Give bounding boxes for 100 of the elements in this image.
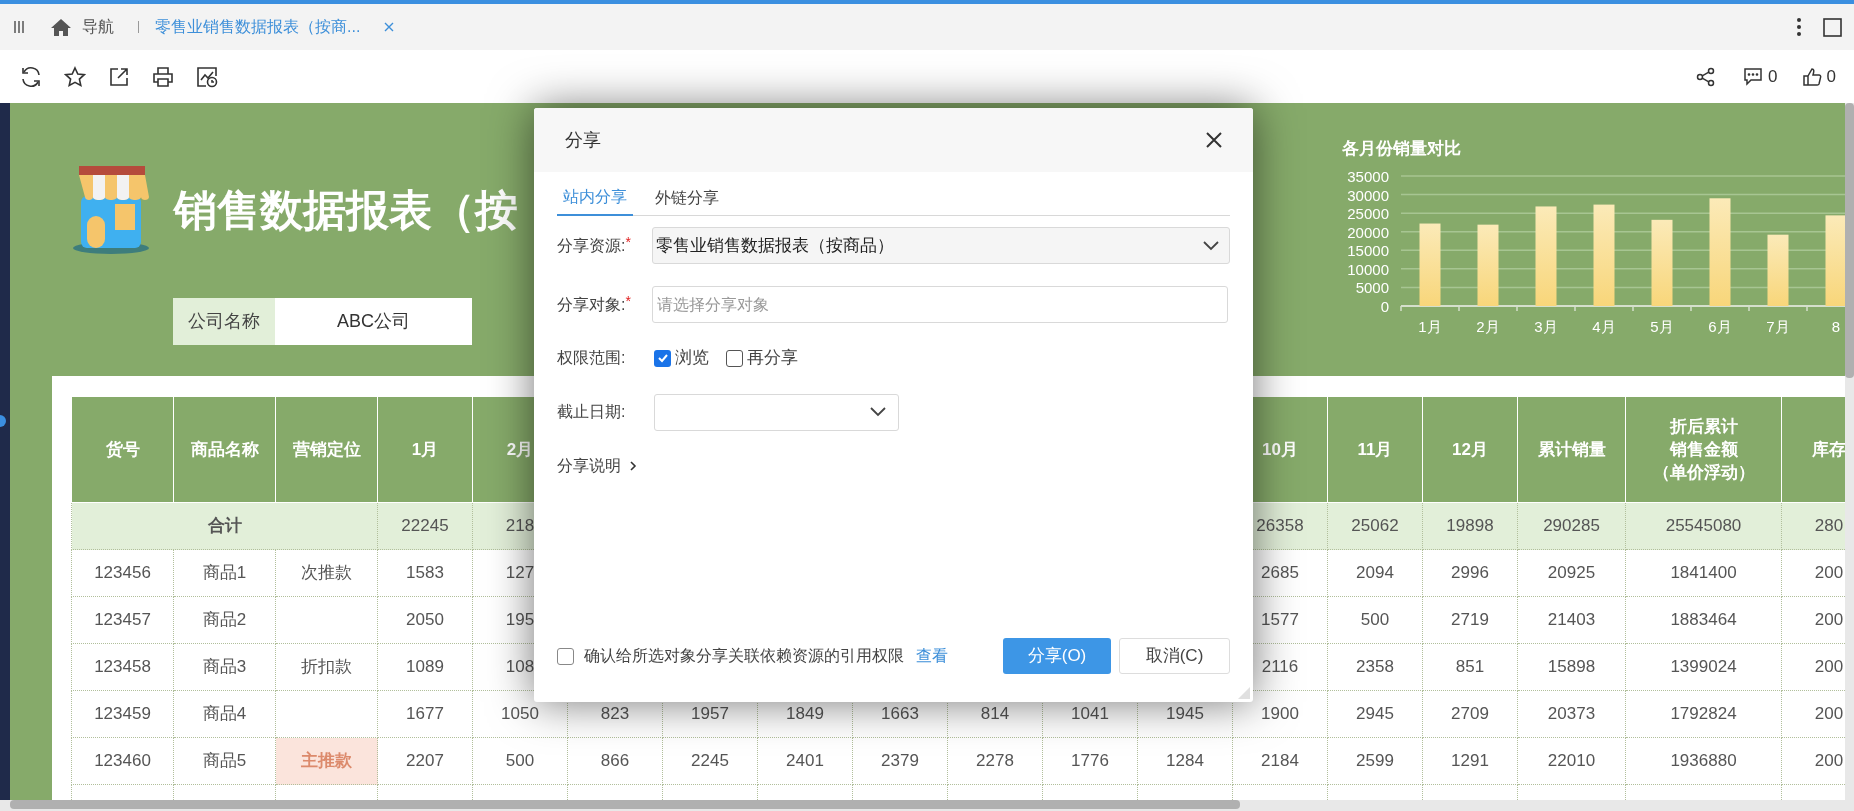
table-cell: 2719	[1422, 596, 1518, 644]
table-cell: 1583	[377, 549, 473, 597]
cancel-button[interactable]: 取消(C)	[1119, 638, 1230, 674]
table-cell: 22245	[377, 502, 473, 550]
field-label: 权限范围:	[557, 348, 626, 368]
table-cell: 19898	[1422, 502, 1518, 550]
table-cell: 1089	[377, 643, 473, 691]
table-cell: 2278	[947, 737, 1043, 785]
table-cell: 123457	[71, 596, 174, 644]
column-header-line: （单价浮动）	[1651, 462, 1756, 484]
table-cell: 主推款	[275, 737, 378, 785]
field-label: 分享资源:	[557, 235, 626, 256]
axis-tick-label: 7月	[1766, 318, 1790, 335]
comment-count: 0	[1768, 65, 1778, 88]
company-name: ABC公司	[336, 310, 411, 333]
table-cell: 123456	[71, 549, 174, 597]
report-title: 销售数据报表（按	[174, 184, 518, 236]
table-cell: 851	[1422, 643, 1518, 691]
column-header: 货号	[71, 396, 174, 503]
table-cell: 1677	[377, 690, 473, 738]
table-cell: 1284	[1137, 737, 1233, 785]
axis-tick-label: 4月	[1592, 318, 1616, 335]
table-cell: 25062	[1327, 502, 1423, 550]
view-link[interactable]: 查看	[916, 644, 948, 668]
table-cell: 2184	[1232, 737, 1328, 785]
axis-tick-label: 30000	[1347, 186, 1389, 204]
table-cell: 商品3	[173, 643, 276, 691]
table-cell: 20373	[1517, 690, 1626, 738]
table-cell: 1936880	[1625, 737, 1782, 785]
nav-link[interactable]: 导航	[82, 15, 114, 39]
table-cell: 2358	[1327, 643, 1423, 691]
tab[interactable]: 外链分享	[649, 180, 725, 215]
table-cell: 123460	[71, 737, 174, 785]
table-cell: 次推款	[275, 549, 378, 597]
column-header: 1月	[377, 396, 473, 503]
table-cell: 2379	[852, 737, 948, 785]
table-cell: 1776	[1042, 737, 1138, 785]
table-cell: 22010	[1517, 737, 1626, 785]
table-cell: 2245	[662, 737, 758, 785]
required-mark: *	[625, 291, 631, 311]
table-cell: 2599	[1327, 737, 1423, 785]
axis-tick-label: 5月	[1650, 318, 1674, 335]
table-cell: 15898	[1517, 643, 1626, 691]
table-cell: 商品5	[173, 737, 276, 785]
chart-title: 各月份销量对比	[1342, 138, 1462, 160]
table-cell: 500	[472, 737, 568, 785]
input-field[interactable]: 请选择分享对象	[652, 286, 1228, 323]
column-header: 库存	[1781, 396, 1845, 503]
table-cell: 2094	[1327, 549, 1423, 597]
table-cell: 123458	[71, 643, 174, 691]
checkbox-label: 浏览	[675, 347, 709, 370]
required-mark: *	[625, 232, 631, 252]
axis-tick-label: 6月	[1708, 318, 1732, 335]
table-cell: 123459	[71, 690, 174, 738]
table-cell: 1841400	[1625, 549, 1782, 597]
table-cell: 290285	[1517, 502, 1626, 550]
table-cell: 20925	[1517, 549, 1626, 597]
table-cell: 2401	[757, 737, 853, 785]
like-count: 0	[1826, 65, 1836, 88]
table-cell: 1883464	[1625, 596, 1782, 644]
table-cell: 866	[567, 737, 663, 785]
axis-tick-label: 2月	[1476, 318, 1500, 335]
axis-tick-label: 20000	[1347, 223, 1389, 241]
company-label: 公司名称	[173, 298, 275, 345]
axis-tick-label: 8	[1831, 318, 1841, 335]
field-label: 分享对象:	[557, 294, 626, 315]
table-cell: 2050	[377, 596, 473, 644]
column-header-line: 折后累计	[1668, 416, 1739, 438]
axis-tick-label: 10000	[1347, 260, 1389, 278]
table-cell: 1291	[1422, 737, 1518, 785]
table-cell: 商品2	[173, 596, 276, 644]
axis-tick-label: 1月	[1418, 318, 1442, 335]
column-header-line: 销售金额	[1668, 439, 1739, 461]
checkbox-label: 再分享	[747, 347, 798, 370]
column-header: 累计销量	[1517, 396, 1626, 503]
table-cell: 1792824	[1625, 690, 1782, 738]
axis-tick-label: 0	[1380, 298, 1389, 315]
table-cell: 2709	[1422, 690, 1518, 738]
axis-tick-label: 25000	[1347, 205, 1389, 223]
axis-tick-label: 5000	[1355, 279, 1389, 297]
tab[interactable]: 站内分享	[557, 180, 633, 216]
table-cell: 2996	[1422, 549, 1518, 597]
column-header: 11月	[1327, 396, 1423, 503]
table-cell: 商品4	[173, 690, 276, 738]
table-cell: 2945	[1327, 690, 1423, 738]
axis-tick-label: 15000	[1347, 242, 1389, 260]
table-cell: 折扣款	[275, 643, 378, 691]
select-field[interactable]: 零售业销售数据报表（按商品）	[652, 227, 1230, 264]
column-header: 12月	[1422, 396, 1518, 503]
column-header: 商品名称	[173, 396, 276, 503]
table-cell: 25545080	[1625, 502, 1782, 550]
confirm-label: 确认给所选对象分享关联依赖资源的引用权限	[584, 646, 904, 666]
table-cell: 500	[1327, 596, 1423, 644]
table-cell: 商品1	[173, 549, 276, 597]
table-cell: 21403	[1517, 596, 1626, 644]
axis-tick-label: 3月	[1534, 318, 1558, 335]
table-cell: 1399024	[1625, 643, 1782, 691]
column-header: 营销定位	[275, 396, 378, 503]
table-cell: 2207	[377, 737, 473, 785]
table-cell: 合计	[71, 502, 378, 550]
